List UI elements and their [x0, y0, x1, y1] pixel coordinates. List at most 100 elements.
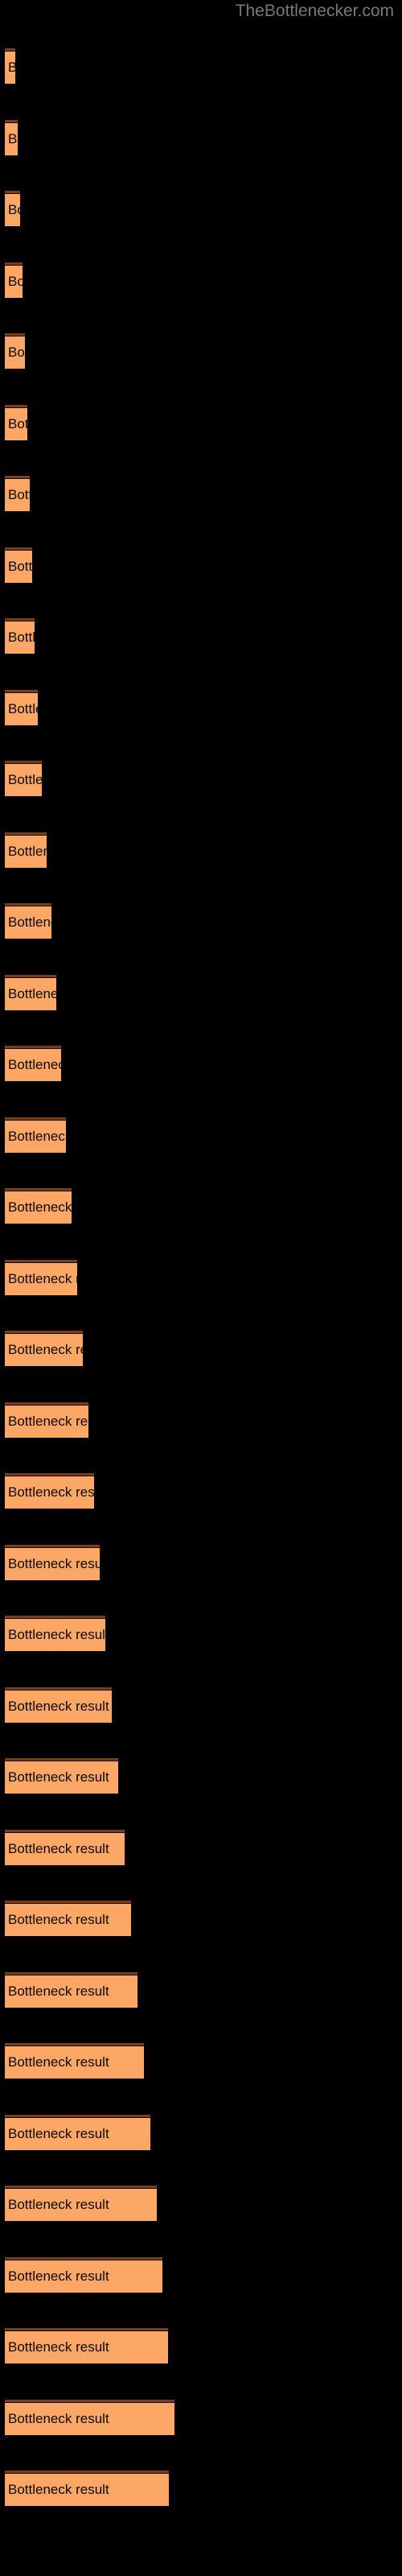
bar-row: Bottleneck result [5, 48, 15, 84]
bar-row: Bottleneck result [5, 974, 56, 1010]
bar-top-edge [5, 119, 18, 122]
bar: Bottleneck result [5, 194, 20, 226]
bar-row: Bottleneck result [5, 2471, 169, 2506]
bar-label: Bottleneck result [8, 843, 47, 859]
bar-top-edge [5, 404, 27, 407]
bar-label: Bottleneck result [8, 1342, 83, 1357]
bar-label: Bottleneck result [8, 345, 25, 360]
bar-top-edge [5, 1686, 112, 1690]
bar-row: Bottleneck result [5, 333, 25, 369]
bar-label: Bottleneck result [8, 202, 20, 217]
bar-top-edge [5, 1758, 118, 1761]
bar-row: Bottleneck result [5, 1758, 118, 1794]
bar-top-edge [5, 2186, 157, 2188]
bar-top-edge [5, 1473, 94, 1476]
bar-top-edge [5, 262, 23, 265]
bar-top-edge [5, 689, 38, 692]
bar-top-edge [5, 2114, 150, 2117]
bar-row: Bottleneck result [5, 1971, 137, 2008]
bar-row: Bottleneck result [5, 2043, 144, 2079]
bar: Bottleneck result [5, 550, 32, 583]
bar-top-edge [5, 1117, 66, 1120]
bar-top-edge [5, 618, 35, 621]
bar-label: Bottleneck result [8, 1912, 109, 1927]
bar-label: Bottleneck result [8, 487, 30, 502]
bar: Bottleneck result [5, 2260, 162, 2293]
bar-row: Bottleneck result [5, 1473, 94, 1509]
bar-label: Bottleneck result [8, 2482, 109, 2497]
bar-row: Bottleneck result [5, 1331, 83, 1366]
bar-label: Bottleneck result [8, 2197, 109, 2212]
bar: Bottleneck result [5, 1832, 125, 1865]
bar-label: Bottleneck result [8, 1057, 61, 1072]
bar-top-edge [5, 2328, 168, 2330]
bar-label: Bottleneck result [8, 415, 27, 431]
bar-row: Bottleneck result [5, 1188, 72, 1224]
bar-row: Bottleneck result [5, 1616, 105, 1651]
bar-row: Bottleneck result [5, 547, 32, 583]
bar: Bottleneck result [5, 906, 51, 939]
bar-top-edge [5, 832, 47, 835]
bar-label: Bottleneck result [8, 1983, 109, 1999]
bar-label: Bottleneck result [8, 273, 23, 289]
bar: Bottleneck result [5, 1120, 66, 1153]
bar-label: Bottleneck result [8, 914, 51, 930]
bar-label: Bottleneck result [8, 700, 38, 716]
bar-top-edge [5, 476, 30, 478]
bar: Bottleneck result [5, 336, 25, 369]
bar-row: Bottleneck result [5, 618, 35, 654]
bar-label: Bottleneck result [8, 2268, 109, 2284]
bar: Bottleneck result [5, 2402, 174, 2435]
bar: Bottleneck result [5, 2474, 169, 2506]
bar-top-edge [5, 1829, 125, 1832]
bar: Bottleneck result [5, 1690, 112, 1723]
bar: Bottleneck result [5, 122, 18, 155]
bar-top-edge [5, 48, 15, 51]
bar-top-edge [5, 191, 20, 193]
bar-label: Bottleneck result [8, 1413, 88, 1429]
bar: Bottleneck result [5, 265, 23, 298]
bar-row: Bottleneck result [5, 1829, 125, 1865]
bar-label: Bottleneck result [8, 1769, 109, 1785]
bar-label: Bottleneck result [8, 2339, 109, 2355]
bar-top-edge [5, 1971, 137, 1975]
bar-row: Bottleneck result [5, 191, 20, 226]
bar-row: Bottleneck result [5, 761, 42, 796]
bar-top-edge [5, 903, 51, 906]
bar-top-edge [5, 2471, 169, 2473]
bar-top-edge [5, 974, 56, 977]
bar-label: Bottleneck result [8, 2410, 109, 2426]
bar-top-edge [5, 1402, 88, 1405]
bar-row: Bottleneck result [5, 1402, 88, 1438]
bar-label: Bottleneck result [8, 2125, 109, 2141]
bar-label: Bottleneck result [8, 1128, 66, 1144]
bar: Bottleneck result [5, 1619, 105, 1651]
bar: Bottleneck result [5, 479, 30, 511]
bar: Bottleneck result [5, 1761, 118, 1794]
bar-label: Bottleneck result [8, 2054, 109, 2070]
bar-row: Bottleneck result [5, 2328, 168, 2363]
bar-label: Bottleneck result [8, 130, 18, 147]
bar-row: Bottleneck result [5, 2399, 174, 2435]
bar-label: Bottleneck result [8, 985, 56, 1001]
bar: Bottleneck result [5, 2189, 157, 2221]
bar-label: Bottleneck result [8, 772, 42, 787]
bar: Bottleneck result [5, 1904, 131, 1936]
bar-label: Bottleneck result [8, 1270, 77, 1286]
bar: Bottleneck result [5, 2331, 168, 2363]
bar-top-edge [5, 1331, 83, 1333]
bar: Bottleneck result [5, 1334, 83, 1366]
bar: Bottleneck result [5, 1405, 88, 1438]
bar-label: Bottleneck result [8, 1555, 100, 1571]
bar-row: Bottleneck result [5, 2114, 150, 2150]
bar: Bottleneck result [5, 835, 47, 868]
bar-row: Bottleneck result [5, 832, 47, 868]
bar-label: Bottleneck result [8, 1840, 109, 1856]
bar-row: Bottleneck result [5, 2186, 157, 2221]
bar: Bottleneck result [5, 1191, 72, 1224]
bar: Bottleneck result [5, 2117, 150, 2150]
bar-label: Bottleneck result [8, 1698, 109, 1714]
bar: Bottleneck result [5, 1975, 137, 2008]
bar: Bottleneck result [5, 52, 15, 84]
bar-top-edge [5, 1046, 61, 1048]
